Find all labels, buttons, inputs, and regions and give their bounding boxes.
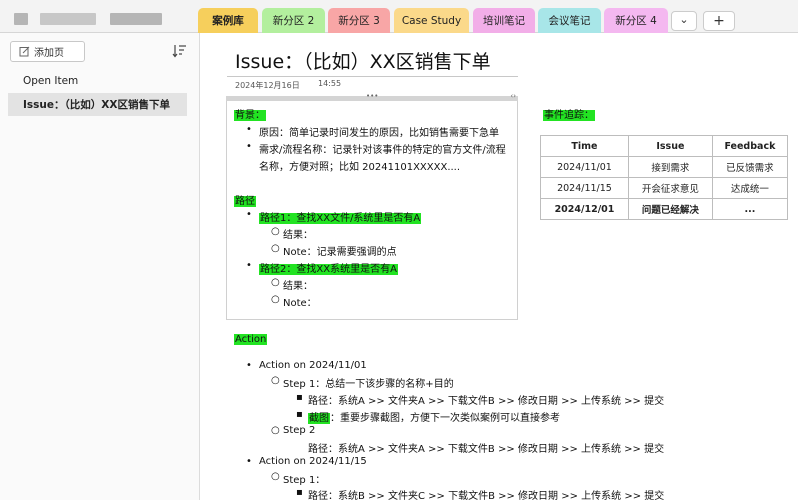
events-heading: 事件追踪： [543, 110, 595, 121]
sort-icon[interactable] [172, 43, 188, 59]
events-table[interactable]: Time Issue Feedback 2024/11/01 接到需求 已反馈需… [540, 135, 789, 220]
title-divider [227, 76, 518, 77]
table-cell[interactable]: 2024/11/01 [540, 156, 629, 178]
table-cell[interactable]: ... [711, 198, 789, 220]
table-header-row: Time Issue Feedback [540, 135, 789, 157]
tab-label: 会议笔记 [548, 15, 591, 27]
action-heading: Action [234, 334, 268, 345]
sidebar-item-label: Open Item [23, 74, 79, 87]
blurred-region [110, 13, 162, 25]
action-item: Action on 2024/11/15 [259, 456, 367, 467]
tab-case-study[interactable]: Case Study [394, 8, 469, 33]
action-screenshot-note: 截图：重要步骤截图，方便下一次类似案例可以直接参考 [308, 413, 560, 424]
table-row: 2024/11/15 开会征求意见 达成统一 [540, 177, 789, 199]
action-step: Step 1：总结一下该步骤的名称+目的 [283, 379, 454, 390]
table-cell[interactable]: 接到需求 [627, 156, 713, 178]
path-item: 路径1：查找XX文件/系统里是否有A [259, 213, 422, 224]
tab-case-library[interactable]: 案例库 [198, 8, 258, 33]
table-cell[interactable]: 问题已经解决 [627, 198, 713, 220]
background-item: 需求/流程名称：记录针对该事件的特定的官方文件/流程 [259, 145, 506, 156]
chevron-down-icon: ⌄ [679, 12, 689, 26]
path-note: Note： [283, 298, 317, 309]
action-path: 路径：系统A >> 文件夹A >> 下载文件B >> 修改日期 >> 上传系统 … [308, 444, 665, 455]
tab-label: 新分区 4 [615, 15, 657, 27]
action-path: 路径：系统A >> 文件夹A >> 下载文件B >> 修改日期 >> 上传系统 … [308, 396, 665, 407]
container-handle[interactable]: ••• ‹› [226, 92, 518, 101]
path-result: 结果： [283, 281, 313, 292]
tab-label: 新分区 2 [272, 15, 315, 27]
sidebar-item-issue[interactable]: Issue：（比如）XX区销售下单 [8, 93, 187, 116]
tab-training-notes[interactable]: 培训笔记 [473, 8, 535, 33]
tab-section-4[interactable]: 新分区 4 [604, 8, 668, 33]
table-row: 2024/11/01 接到需求 已反馈需求 [540, 156, 789, 178]
table-header[interactable]: Issue [627, 135, 713, 157]
tab-label: 案例库 [212, 15, 244, 27]
tab-meeting-notes[interactable]: 会议笔记 [538, 8, 601, 33]
add-section-button[interactable]: + [703, 11, 735, 31]
page-time: 14:55 [318, 79, 342, 88]
tab-section-3[interactable]: 新分区 3 [328, 8, 390, 33]
add-page-label: 添加页 [34, 48, 64, 59]
tab-label: 新分区 3 [338, 15, 380, 27]
path-heading: 路径 [234, 196, 256, 207]
page-list-sidebar: 添加页 Open Item Issue：（比如）XX区销售下单 [0, 33, 200, 500]
table-cell[interactable]: 已反馈需求 [711, 156, 789, 178]
page-title[interactable]: Issue：（比如）XX区销售下单 [235, 47, 491, 74]
blurred-region [40, 13, 96, 25]
more-tabs-button[interactable]: ⌄ [671, 11, 697, 31]
table-header[interactable]: Time [540, 135, 629, 157]
add-page-button[interactable]: 添加页 [10, 41, 85, 62]
table-cell[interactable]: 开会征求意见 [627, 177, 713, 199]
action-step: Step 1： [283, 475, 326, 486]
table-header[interactable]: Feedback [711, 135, 789, 157]
path-note: Note：记录需要强调的点 [283, 247, 397, 258]
path-result: 结果： [283, 230, 313, 241]
tab-label: 培训笔记 [483, 15, 525, 27]
tab-label: Case Study [401, 14, 462, 27]
blurred-region [14, 13, 28, 25]
background-heading: 背景： [234, 110, 266, 121]
tab-section-2[interactable]: 新分区 2 [262, 8, 325, 33]
table-cell[interactable]: 2024/11/15 [540, 177, 629, 199]
table-row: 2024/12/01 问题已经解决 ... [540, 198, 789, 220]
background-item: 名称，方便对照；比如 20241101XXXXX.... [259, 162, 461, 173]
path-item: 路径2：查找XX系统里是否有A [259, 264, 398, 275]
plus-icon: + [713, 13, 725, 29]
section-tab-bar: 案例库 新分区 2 新分区 3 Case Study 培训笔记 会议笔记 新分区… [0, 0, 798, 33]
sidebar-item-open-item[interactable]: Open Item [8, 69, 187, 92]
sidebar-item-label: Issue：（比如）XX区销售下单 [23, 99, 170, 111]
table-cell[interactable]: 达成统一 [711, 177, 789, 199]
page-date: 2024年12月16日 [235, 81, 300, 90]
background-item: 原因：简单记录时间发生的原因，比如销售需要下急单 [259, 128, 499, 139]
table-cell[interactable]: 2024/12/01 [540, 198, 629, 220]
action-item: Action on 2024/11/01 [259, 360, 367, 371]
action-step: Step 2 [283, 425, 316, 436]
add-page-icon [19, 46, 30, 57]
